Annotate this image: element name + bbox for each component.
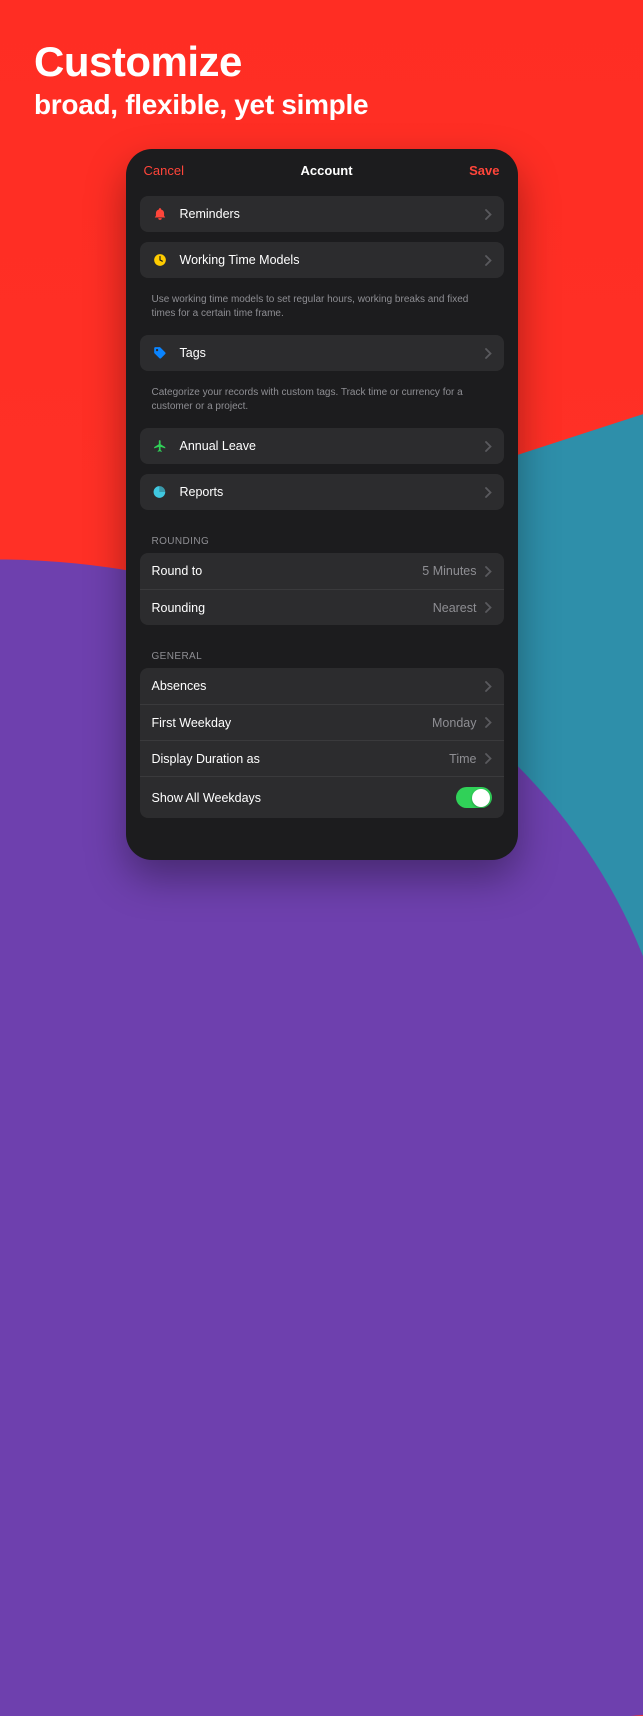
annual-label: Annual Leave (180, 439, 485, 453)
chevron-right-icon (485, 209, 492, 220)
rounding-row[interactable]: Rounding Nearest (140, 589, 504, 625)
chevron-right-icon (485, 348, 492, 359)
round-to-value: 5 Minutes (422, 564, 476, 578)
wtm-footer: Use working time models to set regular h… (140, 288, 504, 335)
show-all-weekdays-label: Show All Weekdays (152, 791, 456, 805)
cancel-button[interactable]: Cancel (144, 163, 184, 178)
reports-row[interactable]: Reports (140, 474, 504, 510)
chevron-right-icon (485, 255, 492, 266)
navbar: Cancel Account Save (126, 149, 518, 188)
chevron-right-icon (485, 717, 492, 728)
bell-icon (152, 206, 168, 222)
display-duration-row[interactable]: Display Duration as Time (140, 740, 504, 776)
device-frame: Cancel Account Save Reminders Working Ti… (126, 149, 518, 860)
chevron-right-icon (485, 681, 492, 692)
reminders-label: Reminders (180, 207, 485, 221)
chevron-right-icon (485, 566, 492, 577)
tags-row[interactable]: Tags (140, 335, 504, 371)
absences-label: Absences (152, 679, 485, 693)
reports-label: Reports (180, 485, 485, 499)
first-weekday-label: First Weekday (152, 716, 433, 730)
absences-row[interactable]: Absences (140, 668, 504, 704)
clock-icon (152, 252, 168, 268)
tags-footer: Categorize your records with custom tags… (140, 381, 504, 428)
pie-icon (152, 484, 168, 500)
annual-card: Annual Leave (140, 428, 504, 464)
tags-card: Tags (140, 335, 504, 371)
rounding-label: Rounding (152, 601, 433, 615)
save-button[interactable]: Save (469, 163, 499, 178)
chevron-right-icon (485, 753, 492, 764)
wtm-row[interactable]: Working Time Models (140, 242, 504, 278)
hero-subtitle: broad, flexible, yet simple (34, 89, 609, 121)
display-duration-label: Display Duration as (152, 752, 450, 766)
page-title: Account (301, 163, 353, 178)
hero-text: Customize broad, flexible, yet simple (0, 0, 643, 121)
rounding-value: Nearest (433, 601, 477, 615)
show-all-weekdays-toggle[interactable] (456, 787, 492, 808)
display-duration-value: Time (449, 752, 476, 766)
first-weekday-row[interactable]: First Weekday Monday (140, 704, 504, 740)
general-card: Absences First Weekday Monday Display Du… (140, 668, 504, 818)
reminders-card: Reminders (140, 196, 504, 232)
round-to-label: Round to (152, 564, 423, 578)
chevron-right-icon (485, 487, 492, 498)
wtm-label: Working Time Models (180, 253, 485, 267)
round-to-row[interactable]: Round to 5 Minutes (140, 553, 504, 589)
reports-card: Reports (140, 474, 504, 510)
tag-icon (152, 345, 168, 361)
general-section-header: GENERAL (140, 635, 504, 668)
annual-row[interactable]: Annual Leave (140, 428, 504, 464)
first-weekday-value: Monday (432, 716, 476, 730)
rounding-section-header: ROUNDING (140, 520, 504, 553)
tags-label: Tags (180, 346, 485, 360)
reminders-row[interactable]: Reminders (140, 196, 504, 232)
rounding-card: Round to 5 Minutes Rounding Nearest (140, 553, 504, 625)
wtm-card: Working Time Models (140, 242, 504, 278)
chevron-right-icon (485, 602, 492, 613)
plane-icon (152, 438, 168, 454)
hero-title: Customize (34, 38, 609, 86)
show-all-weekdays-row: Show All Weekdays (140, 776, 504, 818)
chevron-right-icon (485, 441, 492, 452)
